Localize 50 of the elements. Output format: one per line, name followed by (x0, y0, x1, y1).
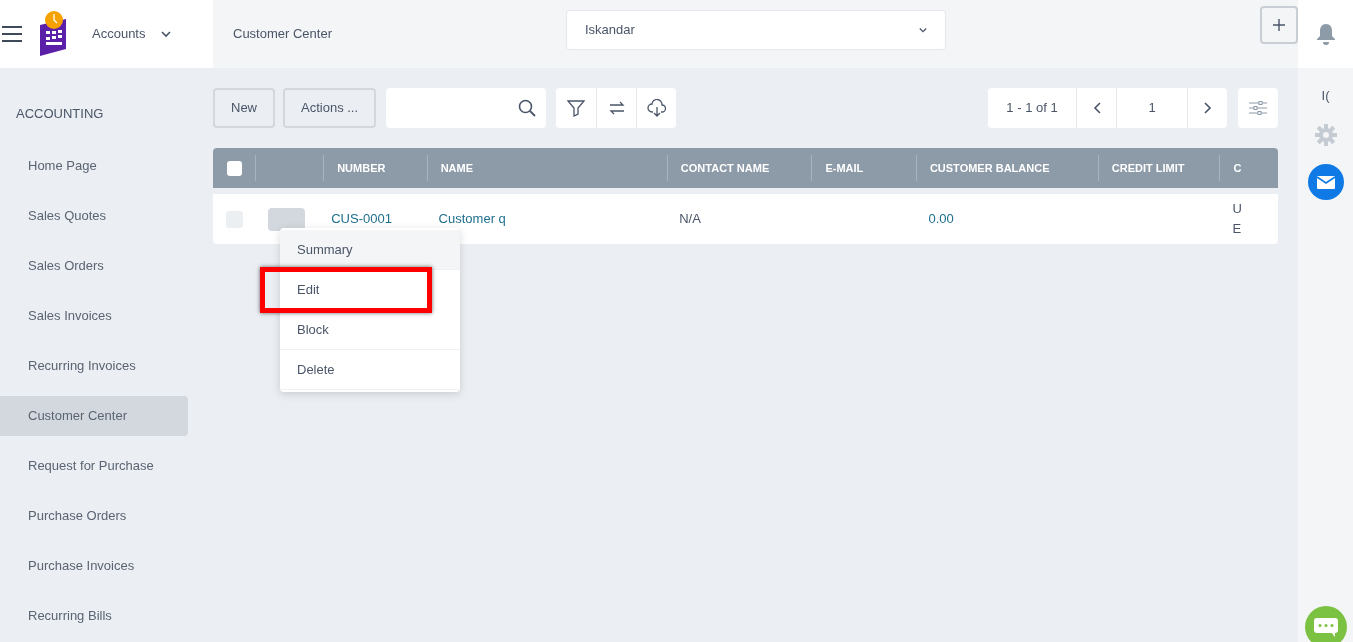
menu-item[interactable]: Delete (280, 350, 460, 390)
sidebar-item[interactable]: Recurring Invoices (0, 345, 188, 386)
page-title: Customer Center (233, 25, 332, 44)
menu-item[interactable]: Edit (265, 272, 427, 308)
sliders-icon[interactable] (1249, 101, 1267, 115)
select-all-checkbox[interactable] (226, 160, 242, 176)
plus-icon (1273, 19, 1285, 31)
actions-button[interactable]: Actions ... (283, 88, 377, 128)
menu-icon[interactable] (2, 26, 22, 42)
swap-icon[interactable] (608, 100, 625, 116)
sidebar-item[interactable]: Sales Quotes (0, 195, 188, 236)
sidebar-item[interactable]: Sales Invoices (0, 295, 188, 336)
sidebar-item[interactable]: Customer Center (0, 395, 188, 436)
column-header[interactable]: C (1219, 155, 1278, 181)
sidebar-item[interactable]: Sales Orders (0, 245, 188, 286)
download-icon[interactable] (646, 99, 667, 117)
mail-icon[interactable] (1307, 163, 1344, 200)
previous-page-icon[interactable] (1092, 102, 1101, 114)
sidebar-item[interactable]: Recurring Bills (0, 595, 188, 636)
module-dropdown[interactable]: Accounts (92, 24, 172, 44)
chevron-down-icon (161, 30, 172, 38)
company-select[interactable]: Iskandar (566, 10, 946, 50)
pager-range: 1 - 1 of 1 (1005, 99, 1059, 118)
table-link[interactable]: Customer q (425, 209, 667, 229)
column-header[interactable]: CONTACT NAME (666, 155, 812, 181)
next-page-icon[interactable] (1203, 102, 1212, 114)
sidebar-item[interactable]: Purchase Orders (0, 495, 188, 536)
search-icon[interactable] (518, 99, 537, 117)
sidebar-item[interactable]: Purchase Invoices (0, 545, 188, 586)
menu-item[interactable]: Summary (280, 230, 460, 270)
column-header[interactable]: NUMBER (323, 155, 427, 181)
chevron-down-icon (919, 26, 927, 34)
column-header[interactable]: E-MAIL (811, 155, 916, 181)
column-header[interactable]: NAME (426, 155, 667, 181)
bell-icon[interactable] (1315, 23, 1336, 45)
table-link[interactable]: CUS-0001 (322, 209, 426, 229)
section-heading: ACCOUNTING (15, 105, 105, 123)
table-cell-text: N/A (678, 210, 702, 228)
rail-label: I( (1321, 87, 1330, 105)
search-field[interactable] (386, 88, 547, 128)
page-number-field[interactable]: 1 (1116, 88, 1187, 128)
table-cell-text: U E (1231, 200, 1243, 238)
chat-icon[interactable] (1305, 606, 1347, 642)
menu-item[interactable]: Block (280, 310, 460, 350)
column-header[interactable]: CUSTOMER BALANCE (915, 155, 1098, 181)
new-button[interactable]: New (213, 88, 275, 128)
column-header[interactable]: CREDIT LIMIT (1097, 155, 1220, 181)
sidebar-item[interactable]: Request for Purchase (0, 445, 188, 486)
sidebar-item[interactable]: Home Page (0, 145, 188, 186)
add-button[interactable] (1260, 6, 1298, 44)
